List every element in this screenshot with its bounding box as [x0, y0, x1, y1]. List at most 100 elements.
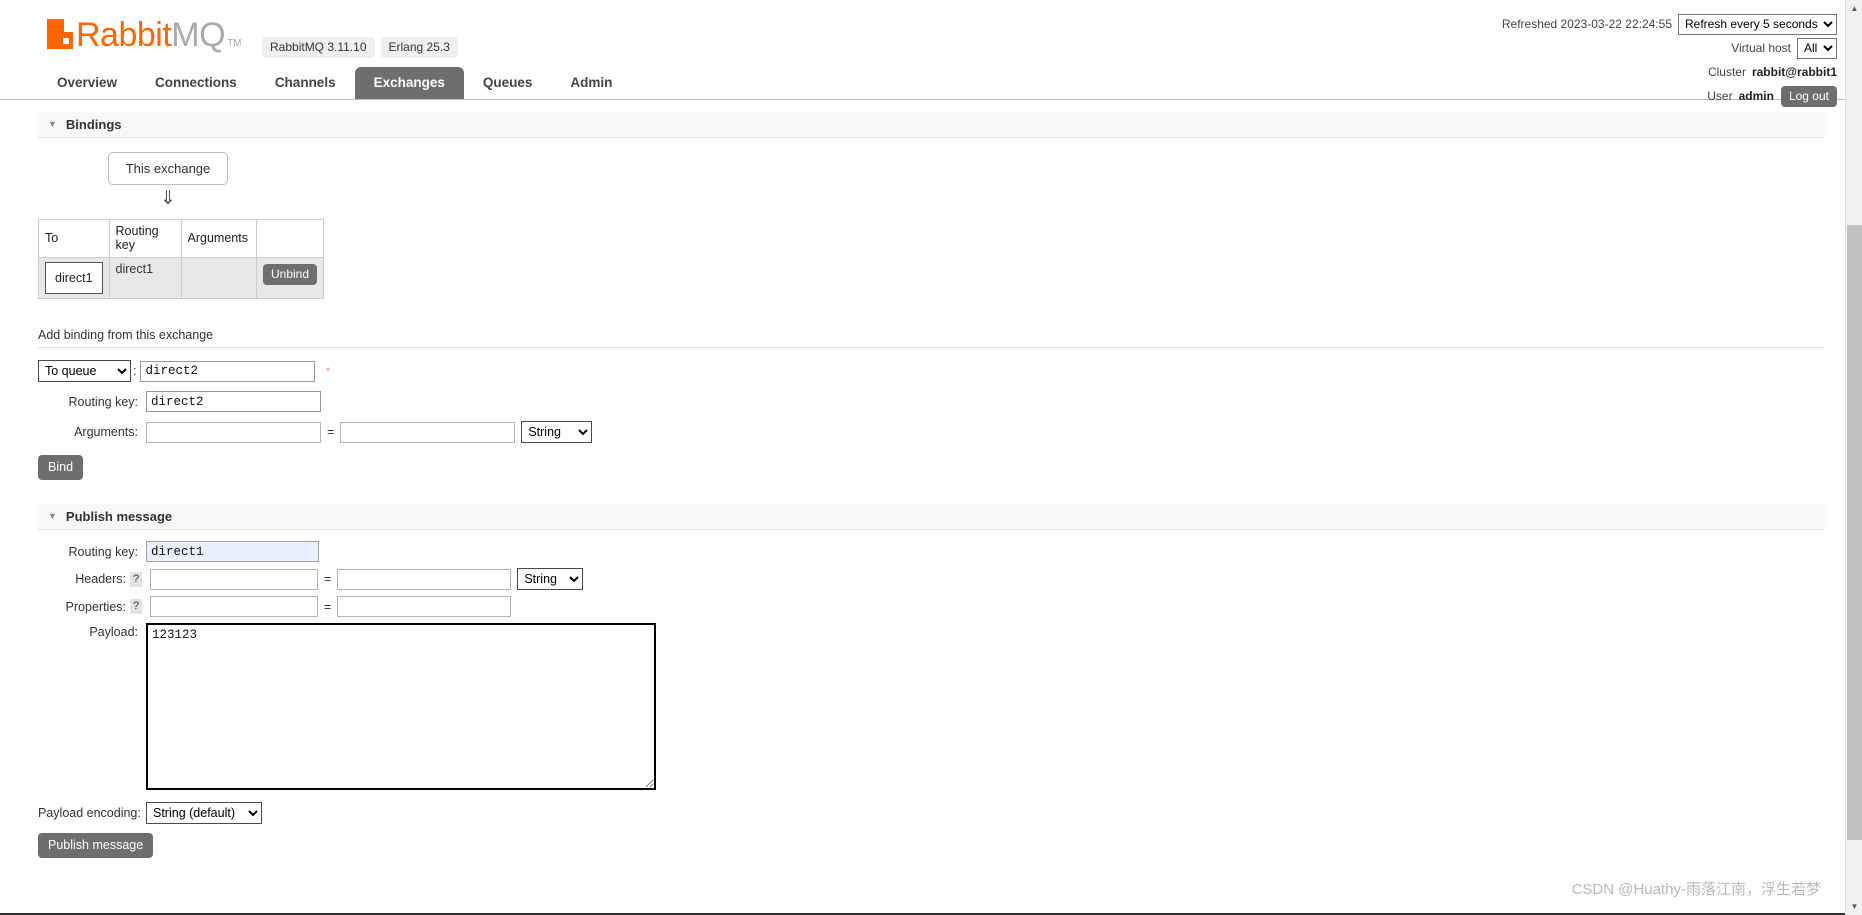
tab-channels[interactable]: Channels: [256, 67, 355, 99]
refreshed-timestamp: Refreshed 2023-03-22 22:24:55: [1501, 17, 1672, 31]
publish-property-value-input[interactable]: [337, 596, 512, 617]
publish-payload-encoding-select[interactable]: String (default): [146, 802, 262, 824]
user-name: admin: [1738, 89, 1774, 103]
publish-section-title: Publish message: [65, 509, 173, 524]
add-binding-argument-value-input[interactable]: [340, 421, 516, 443]
binding-destination-input[interactable]: [140, 360, 316, 382]
publish-properties-label-text: Properties:: [65, 599, 126, 614]
binding-diagram: This exchange ⇓: [38, 152, 298, 208]
publish-payload-textarea[interactable]: 123123: [146, 623, 656, 790]
refresh-row: Refreshed 2023-03-22 22:24:55 Refresh ev…: [1501, 13, 1837, 35]
vhost-label: Virtual host: [1731, 41, 1791, 55]
publish-payload-row: Payload: 123123: [38, 623, 1845, 790]
csdn-watermark: CSDN @Huathy-雨落江南，浮生若梦: [1571, 881, 1821, 898]
publish-routing-key-row: Routing key:: [38, 541, 1845, 562]
vertical-scrollbar[interactable]: ▲ ▼: [1845, 0, 1862, 915]
add-binding-argument-key-input[interactable]: [146, 421, 321, 443]
publish-header-value-input[interactable]: [337, 568, 512, 590]
cluster-name: rabbit@rabbit1: [1751, 65, 1837, 79]
main-content: ▼ Bindings This exchange ⇓ To Routing ke…: [0, 112, 1845, 858]
required-asterisk: *: [325, 363, 331, 379]
scroll-down-arrow-icon[interactable]: ▼: [1846, 898, 1862, 915]
tab-queues[interactable]: Queues: [464, 67, 552, 99]
publish-payload-label: Payload:: [89, 625, 138, 639]
publish-submit-row: Publish message: [38, 833, 1845, 858]
erlang-version-pill: Erlang 25.3: [380, 37, 458, 58]
collapse-triangle-icon-publish: ▼: [48, 511, 57, 521]
bindings-section-header[interactable]: ▼ Bindings: [38, 112, 1825, 138]
this-exchange-box: This exchange: [107, 152, 229, 185]
binding-destination-type-select[interactable]: To queue: [38, 360, 131, 382]
main-nav: Overview Connections Channels Exchanges …: [38, 67, 631, 99]
add-binding-destination-row: To queue : *: [38, 360, 1845, 382]
scrollbar-thumb[interactable]: [1847, 225, 1862, 840]
publish-routing-key-label: Routing key:: [68, 544, 138, 559]
refresh-interval-select[interactable]: Refresh every 5 seconds: [1678, 13, 1837, 35]
rabbitmq-logo[interactable]: Rabbit MQ TM: [47, 18, 242, 52]
tab-overview[interactable]: Overview: [38, 67, 136, 99]
column-header-routing-key: Routing key: [108, 219, 182, 258]
publish-property-key-input[interactable]: [150, 596, 318, 617]
publish-message-button[interactable]: Publish message: [38, 833, 154, 858]
publish-payload-encoding-row: Payload encoding: String (default): [38, 802, 1845, 824]
publish-properties-row: Properties: ? =: [38, 596, 1845, 617]
publish-headers-label: Headers: ?: [38, 571, 146, 587]
binding-destination-cell: direct1: [38, 257, 110, 299]
publish-message-section-header[interactable]: ▼ Publish message: [38, 504, 1825, 530]
tab-admin[interactable]: Admin: [551, 67, 631, 99]
add-binding-arguments-label: Arguments:: [74, 425, 138, 439]
logo-text-mq: MQ: [171, 16, 226, 54]
bindings-table-header-row: To Routing key Arguments: [38, 219, 325, 258]
help-icon-properties[interactable]: ?: [130, 599, 142, 614]
publish-header-type-select[interactable]: String: [517, 568, 584, 590]
unbind-button[interactable]: Unbind: [262, 264, 318, 285]
tab-exchanges[interactable]: Exchanges: [354, 67, 464, 99]
column-header-actions: [255, 219, 325, 258]
rabbitmq-version-pill: RabbitMQ 3.11.10: [262, 37, 375, 58]
column-header-to: To: [38, 219, 110, 258]
scroll-up-arrow-icon[interactable]: ▲: [1846, 0, 1862, 17]
publish-headers-label-text: Headers:: [75, 572, 126, 586]
binding-action-cell: Unbind: [255, 257, 325, 299]
bindings-section-title: Bindings: [65, 117, 122, 132]
binding-routing-key-cell: direct1: [108, 257, 182, 299]
bind-button[interactable]: Bind: [38, 455, 84, 480]
vhost-select[interactable]: All: [1797, 37, 1837, 59]
collapse-triangle-icon: ▼: [48, 119, 57, 129]
version-pills: RabbitMQ 3.11.10 Erlang 25.3: [262, 37, 458, 58]
queue-link-direct1[interactable]: direct1: [45, 262, 103, 294]
publish-header-key-input[interactable]: [150, 568, 318, 590]
destination-colon: :: [133, 364, 137, 378]
add-binding-submit-row: Bind: [38, 455, 1845, 480]
user-label: User: [1707, 89, 1733, 103]
bindings-table: To Routing key Arguments direct1 direct1…: [38, 219, 325, 299]
header-status-panel: Refreshed 2023-03-22 22:24:55 Refresh ev…: [1501, 13, 1837, 110]
rabbitmq-logo-icon: [47, 19, 73, 49]
publish-payload-encoding-label: Payload encoding:: [38, 806, 141, 820]
cluster-row: Cluster rabbit@rabbit1: [1502, 62, 1837, 82]
user-row: User admin Log out: [1502, 85, 1837, 107]
logo-trademark: TM: [227, 38, 242, 49]
add-binding-legend: Add binding from this exchange: [38, 328, 1825, 348]
column-header-arguments: Arguments: [180, 219, 257, 258]
app-header: Rabbit MQ TM RabbitMQ 3.11.10 Erlang 25.3…: [0, 0, 1845, 107]
add-binding-arguments-row: Arguments: = String: [38, 421, 1845, 443]
equals-sign-headers: =: [324, 572, 332, 586]
arrow-down-icon: ⇓: [160, 188, 176, 209]
equals-sign-properties: =: [324, 599, 332, 614]
add-binding-routing-key-row: Routing key:: [38, 391, 1845, 412]
publish-routing-key-input[interactable]: [146, 541, 319, 562]
table-row: direct1 direct1 Unbind: [38, 257, 325, 299]
cluster-label: Cluster: [1707, 65, 1746, 79]
vhost-row: Virtual host All: [1502, 37, 1837, 59]
tab-connections[interactable]: Connections: [136, 67, 256, 99]
binding-arguments-cell: [180, 257, 257, 299]
add-binding-argument-type-select[interactable]: String: [521, 421, 593, 443]
logo-text-rabbit: Rabbit: [76, 16, 172, 54]
add-binding-routing-key-label: Routing key:: [68, 394, 138, 409]
page-root: Rabbit MQ TM RabbitMQ 3.11.10 Erlang 25.3…: [0, 0, 1845, 915]
publish-properties-label: Properties: ?: [38, 599, 146, 614]
add-binding-routing-key-input[interactable]: [146, 391, 321, 412]
help-icon-headers[interactable]: ?: [130, 571, 142, 587]
log-out-button[interactable]: Log out: [1780, 85, 1837, 107]
